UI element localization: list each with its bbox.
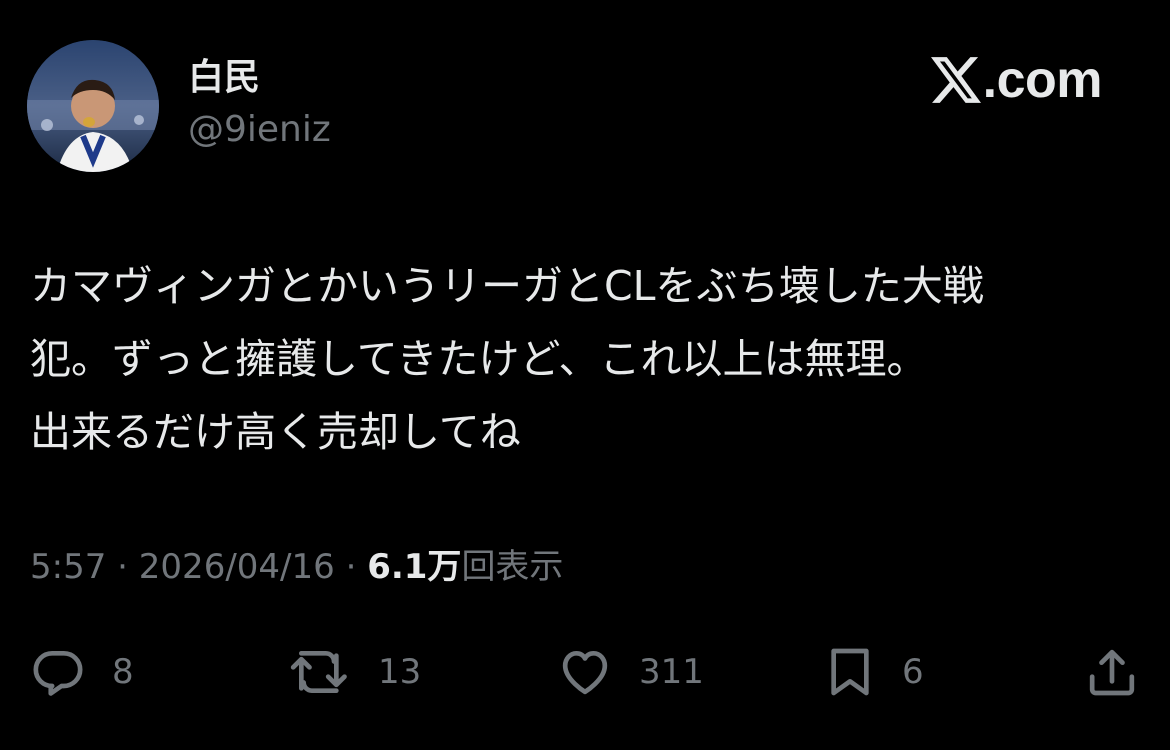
meta-separator: · (334, 547, 368, 587)
tweet-meta: 5:57 · 2026/04/16 · 6.1万回表示 (30, 543, 563, 591)
heart-icon (562, 651, 608, 695)
tweet-text-line: 犯。ずっと擁護してきたけど、これ以上は無理。 (30, 335, 928, 383)
tweet-text: カマヴィンガとかいうリーガとCLをぶち壊した大戦 犯。ずっと擁護してきたけど、こ… (30, 250, 1155, 469)
tweet-card: 白民 @9ieniz .com カマヴィンガとかいうリーガとCLをぶち壊した大戦… (0, 0, 1170, 750)
tweet-text-line: カマヴィンガとかいうリーガとCLをぶち壊した大戦 (30, 262, 984, 310)
repost-count: 13 (378, 652, 422, 692)
bookmark-button[interactable]: 6 (822, 640, 924, 704)
share-icon (1089, 649, 1135, 696)
reply-icon (33, 651, 83, 696)
share-button[interactable] (1084, 640, 1140, 704)
repost-button[interactable]: 13 (286, 640, 421, 704)
like-button[interactable]: 311 (555, 640, 704, 704)
meta-separator: · (106, 547, 139, 587)
tweet-time[interactable]: 5:57 (30, 547, 106, 587)
views-count[interactable]: 6.1万 (367, 547, 461, 587)
x-logo-icon (930, 57, 981, 103)
bookmark-icon (831, 648, 869, 696)
user-handle[interactable]: @9ieniz (188, 108, 331, 152)
views-label: 回表示 (461, 547, 564, 587)
display-name[interactable]: 白民 (188, 56, 260, 100)
tweet-text-line: 出来るだけ高く売却してね (30, 408, 521, 456)
user-avatar[interactable] (27, 40, 159, 172)
brand-text: .com (982, 51, 1103, 109)
repost-icon (290, 650, 347, 694)
reply-button[interactable]: 8 (28, 640, 134, 704)
bookmark-count: 6 (902, 652, 924, 692)
tweet-date[interactable]: 2026/04/16 (139, 547, 335, 587)
avatar-photo (27, 40, 159, 172)
like-count: 311 (639, 652, 704, 692)
brand-watermark: .com (930, 51, 1103, 109)
action-bar: 8 13 311 6 (0, 640, 1170, 704)
reply-count: 8 (112, 652, 134, 692)
